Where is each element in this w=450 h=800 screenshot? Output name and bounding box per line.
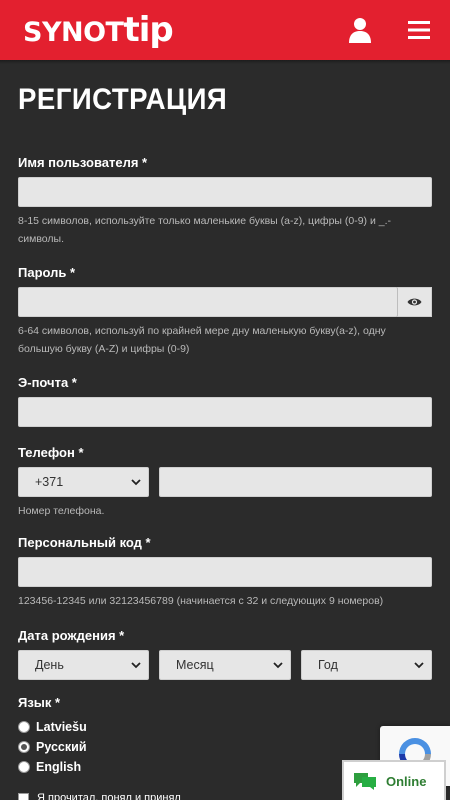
- language-option-label: Русский: [36, 740, 87, 754]
- language-label: Язык *: [18, 695, 61, 710]
- synottip-logo[interactable]: SYNOTtip: [23, 10, 174, 56]
- terms-checkbox[interactable]: [18, 792, 29, 800]
- personal-code-input[interactable]: [18, 557, 432, 587]
- password-hint: 6-64 символов, используй по крайней мере…: [18, 325, 386, 355]
- radio-button-checked[interactable]: [18, 741, 30, 753]
- personal-code-hint: 123456-12345 или 32123456789 (начинается…: [18, 595, 384, 607]
- phone-label: Телефон *: [18, 445, 84, 460]
- top-bar: SYNOTtip: [0, 0, 450, 60]
- email-input[interactable]: [18, 397, 432, 427]
- chat-bubbles-icon: [354, 773, 376, 790]
- chevron-down-icon: [131, 662, 141, 669]
- phone-hint: Номер телефона.: [18, 505, 105, 517]
- page-title: РЕГИСТРАЦИЯ: [18, 83, 228, 116]
- terms-consent-text: Я прочитал, понял и принял: [37, 792, 181, 800]
- email-label: Э-почта *: [18, 375, 77, 390]
- logo-part-tip: tip: [123, 10, 173, 50]
- radio-button[interactable]: [18, 761, 30, 773]
- birth-year-select[interactable]: Год: [301, 650, 432, 680]
- language-option-english[interactable]: English: [18, 759, 81, 775]
- username-hint: 8-15 символов, используйте только малень…: [18, 215, 392, 245]
- language-option-latviesu[interactable]: Latviešu: [18, 719, 87, 735]
- personal-code-label: Персональный код *: [18, 535, 151, 550]
- online-chat-label: Online: [386, 773, 427, 789]
- terms-consent[interactable]: Я прочитал, понял и принял: [18, 792, 181, 800]
- eye-icon: [407, 298, 422, 306]
- language-option-label: Latviešu: [36, 720, 87, 734]
- hamburger-menu-icon[interactable]: [408, 19, 430, 41]
- username-input[interactable]: [18, 177, 432, 207]
- phone-input[interactable]: [159, 467, 432, 497]
- birth-day-select[interactable]: День: [18, 650, 149, 680]
- language-option-russian[interactable]: Русский: [18, 739, 87, 755]
- header-shadow: [0, 60, 450, 64]
- password-visibility-toggle[interactable]: [397, 287, 432, 317]
- chevron-down-icon: [131, 479, 141, 486]
- chevron-down-icon: [273, 662, 283, 669]
- password-input[interactable]: [18, 287, 398, 317]
- birth-day-value: День: [35, 658, 64, 672]
- birth-year-value: Год: [318, 658, 338, 672]
- country-code-value: +371: [35, 475, 64, 489]
- chevron-down-icon: [414, 662, 424, 669]
- birth-month-select[interactable]: Месяц: [159, 650, 291, 680]
- language-option-label: English: [36, 760, 82, 774]
- birthdate-label: Дата рождения *: [18, 628, 125, 643]
- country-code-select[interactable]: +371: [18, 467, 149, 497]
- username-label: Имя пользователя *: [18, 155, 148, 170]
- logo-part-synot: SYNOT: [23, 17, 124, 48]
- online-chat-button[interactable]: Online: [342, 760, 446, 800]
- password-label: Пароль *: [18, 265, 76, 280]
- user-icon[interactable]: [348, 17, 372, 43]
- radio-button[interactable]: [18, 721, 30, 733]
- birth-month-value: Месяц: [176, 658, 214, 672]
